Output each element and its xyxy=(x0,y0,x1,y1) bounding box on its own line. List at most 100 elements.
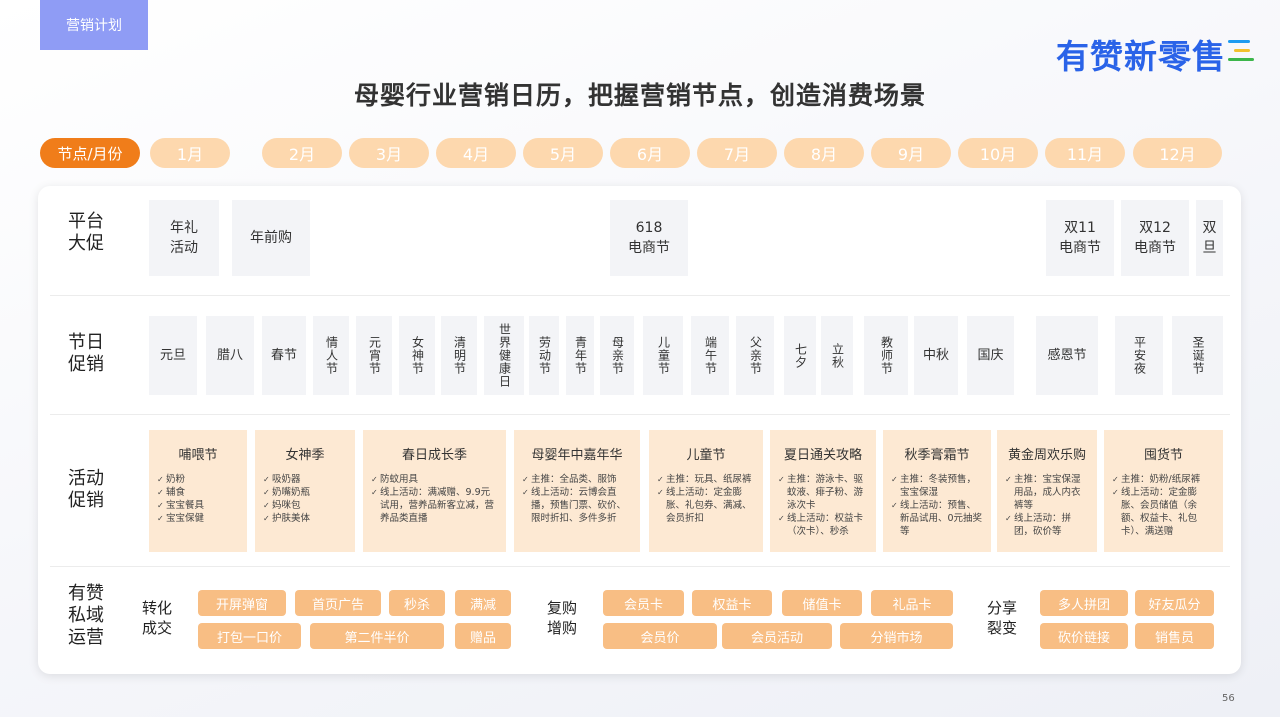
activity-title: 夏日通关攻略 xyxy=(783,448,862,463)
month-pill: 1月 xyxy=(150,138,230,168)
tool-pill: 权益卡 xyxy=(692,590,772,616)
month-pill: 9月 xyxy=(871,138,951,168)
activity-point: 吸奶器 xyxy=(263,473,347,486)
activity-title: 囤货节 xyxy=(1143,448,1183,463)
activity-point: 线上活动：权益卡（次卡）、秒杀 xyxy=(778,512,868,538)
row-label-private: 有赞 私域 运营 xyxy=(68,583,104,649)
activity-point: 主推：全品类、服饰 xyxy=(522,473,632,486)
platform-promo-box: 双11 电商节 xyxy=(1046,200,1114,276)
month-pill: 7月 xyxy=(697,138,777,168)
tool-pill: 好友瓜分 xyxy=(1135,590,1214,616)
row-label-text: 有赞 私域 运营 xyxy=(68,583,104,648)
activity-title: 哺喂节 xyxy=(178,448,218,463)
logo-stripes-icon xyxy=(1228,40,1254,70)
row-label-holiday: 节日 促销 xyxy=(68,332,104,376)
activity-point: 防蚊用具 xyxy=(371,473,498,486)
activity-box: 女神季吸奶器奶嘴奶瓶妈咪包护肤美体 xyxy=(255,430,355,552)
page-title: 母婴行业营销日历，把握营销节点，创造消费场景 xyxy=(353,81,926,110)
holiday-box: 元宵节 xyxy=(356,316,392,395)
platform-promo-box: 双 旦 xyxy=(1196,200,1223,276)
tool-pill: 首页广告 xyxy=(295,590,381,616)
activity-points: 防蚊用具线上活动：满减赠、9.9元试用，营养品新客立减，营养品类直播 xyxy=(371,473,498,525)
private-group-label: 分享 裂变 xyxy=(987,599,1018,637)
tool-pill: 满减 xyxy=(455,590,511,616)
activity-box: 囤货节主推：奶粉/纸尿裤线上活动：定金膨胀、会员储值（余额、权益卡、礼包卡）、满… xyxy=(1104,430,1223,552)
activity-title: 儿童节 xyxy=(686,448,726,463)
holiday-box: 母亲节 xyxy=(600,316,634,395)
activity-box: 母婴年中嘉年华主推：全品类、服饰线上活动：云博会直播，预售门票、砍价、限时折扣、… xyxy=(514,430,640,552)
row-label-text: 节日 促销 xyxy=(68,332,104,375)
activity-title: 母婴年中嘉年华 xyxy=(531,448,623,463)
activity-point: 奶嘴奶瓶 xyxy=(263,486,347,499)
section-tag: 营销计划 xyxy=(40,0,148,50)
month-pill: 2月 xyxy=(262,138,342,168)
holiday-box: 女神节 xyxy=(399,316,435,395)
holiday-box: 元旦 xyxy=(149,316,197,395)
activity-point: 主推：游泳卡、驱蚊液、痱子粉、游泳次卡 xyxy=(778,473,868,512)
activity-point: 主推：玩具、纸尿裤 xyxy=(657,473,755,486)
month-pill: 6月 xyxy=(610,138,690,168)
activity-point: 宝宝餐具 xyxy=(157,499,239,512)
activity-point: 线上活动：定金膨胀、会员储值（余额、权益卡、礼包卡）、满送赠 xyxy=(1112,486,1215,538)
holiday-box: 父亲节 xyxy=(736,316,774,395)
activity-box: 哺喂节奶粉辅食宝宝餐具宝宝保健 xyxy=(149,430,247,552)
activity-title: 黄金周欢乐购 xyxy=(1007,448,1086,463)
tool-pill: 打包一口价 xyxy=(198,623,301,649)
tool-pill: 砍价链接 xyxy=(1040,623,1128,649)
holiday-box: 中秋 xyxy=(914,316,958,395)
activity-point: 线上活动：预售、新品试用、0元抽奖等 xyxy=(891,499,983,538)
row-divider xyxy=(50,414,1230,415)
activity-points: 吸奶器奶嘴奶瓶妈咪包护肤美体 xyxy=(263,473,347,525)
activity-point: 护肤美体 xyxy=(263,512,347,525)
platform-promo-box: 年礼 活动 xyxy=(149,200,219,276)
activity-points: 主推：冬装预售，宝宝保湿线上活动：预售、新品试用、0元抽奖等 xyxy=(891,473,983,538)
activity-box: 儿童节主推：玩具、纸尿裤线上活动：定金膨胀、礼包券、满减、会员折扣 xyxy=(649,430,763,552)
activity-title: 女神季 xyxy=(285,448,325,463)
activity-point: 辅食 xyxy=(157,486,239,499)
tool-pill: 第二件半价 xyxy=(310,623,444,649)
tool-pill: 礼品卡 xyxy=(871,590,953,616)
holiday-box: 情人节 xyxy=(313,316,349,395)
activity-points: 主推：玩具、纸尿裤线上活动：定金膨胀、礼包券、满减、会员折扣 xyxy=(657,473,755,525)
holiday-box: 国庆 xyxy=(967,316,1014,395)
activity-box: 夏日通关攻略主推：游泳卡、驱蚊液、痱子粉、游泳次卡线上活动：权益卡（次卡）、秒杀 xyxy=(770,430,876,552)
holiday-box: 春节 xyxy=(262,316,306,395)
holiday-box: 圣诞节 xyxy=(1172,316,1223,395)
month-pill: 5月 xyxy=(523,138,603,168)
activity-title: 春日成长季 xyxy=(401,448,467,463)
activity-point: 线上活动：定金膨胀、礼包券、满减、会员折扣 xyxy=(657,486,755,525)
activity-box: 春日成长季防蚊用具线上活动：满减赠、9.9元试用，营养品新客立减，营养品类直播 xyxy=(363,430,506,552)
activity-point: 妈咪包 xyxy=(263,499,347,512)
row-label-text: 活动 促销 xyxy=(68,468,104,511)
holiday-box: 平安夜 xyxy=(1115,316,1163,395)
page-number: 56 xyxy=(1222,693,1235,704)
month-pill: 8月 xyxy=(784,138,864,168)
month-pill: 3月 xyxy=(349,138,429,168)
tool-pill: 销售员 xyxy=(1135,623,1214,649)
tool-pill: 会员卡 xyxy=(603,590,684,616)
header-first-pill: 节点/月份 xyxy=(40,138,140,168)
activity-title: 秋季膏霜节 xyxy=(904,448,970,463)
holiday-box: 儿童节 xyxy=(643,316,683,395)
platform-promo-box: 双12 电商节 xyxy=(1121,200,1189,276)
activity-points: 主推：奶粉/纸尿裤线上活动：定金膨胀、会员储值（余额、权益卡、礼包卡）、满送赠 xyxy=(1112,473,1215,538)
month-pill: 10月 xyxy=(958,138,1038,168)
holiday-box: 世界健康日 xyxy=(484,316,524,395)
tool-pill: 会员价 xyxy=(603,623,717,649)
activity-box: 秋季膏霜节主推：冬装预售，宝宝保湿线上活动：预售、新品试用、0元抽奖等 xyxy=(883,430,991,552)
holiday-box: 清明节 xyxy=(441,316,477,395)
activity-point: 主推：冬装预售，宝宝保湿 xyxy=(891,473,983,499)
month-pill: 4月 xyxy=(436,138,516,168)
holiday-box: 教师节 xyxy=(864,316,908,395)
holiday-box: 腊八 xyxy=(206,316,254,395)
activity-point: 主推：奶粉/纸尿裤 xyxy=(1112,473,1215,486)
holiday-box: 端午节 xyxy=(691,316,729,395)
activity-points: 奶粉辅食宝宝餐具宝宝保健 xyxy=(157,473,239,525)
tool-pill: 开屏弹窗 xyxy=(198,590,286,616)
activity-point: 线上活动：满减赠、9.9元试用，营养品新客立减，营养品类直播 xyxy=(371,486,498,525)
private-group-label: 转化 成交 xyxy=(142,599,173,637)
activity-box: 黄金周欢乐购主推：宝宝保湿用品，成人内衣裤等线上活动：拼团，砍价等 xyxy=(997,430,1097,552)
tool-pill: 储值卡 xyxy=(782,590,862,616)
activity-points: 主推：宝宝保湿用品，成人内衣裤等线上活动：拼团，砍价等 xyxy=(1005,473,1089,538)
tool-pill: 会员活动 xyxy=(722,623,832,649)
